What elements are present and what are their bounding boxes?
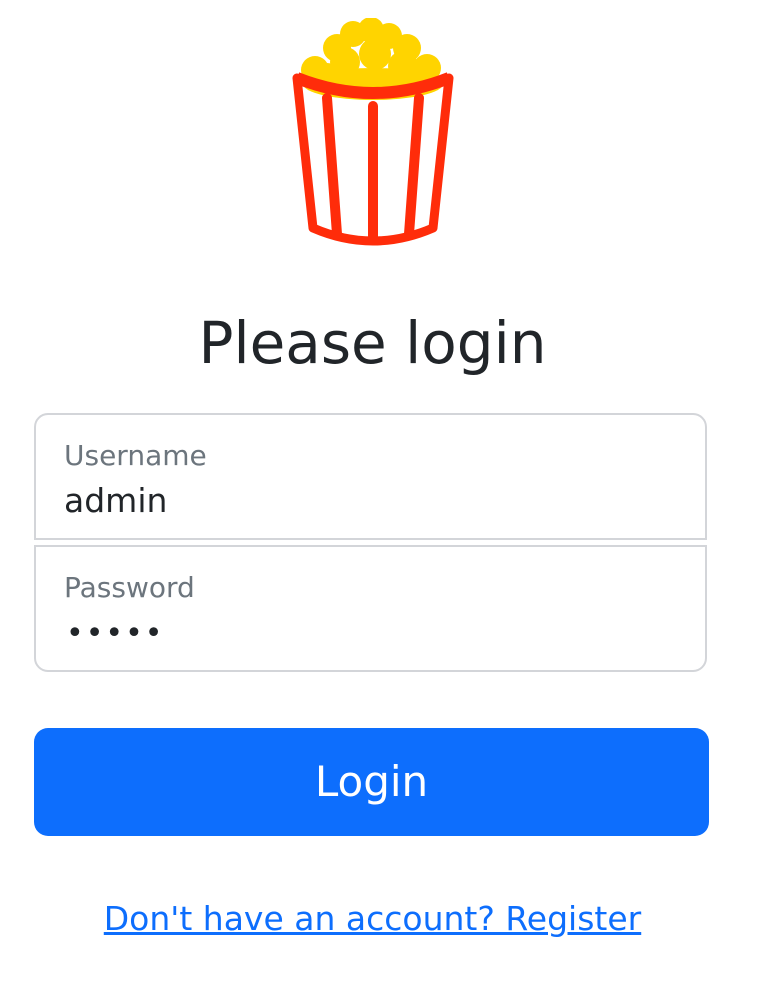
username-field[interactable]: Username admin <box>34 413 707 540</box>
register-link[interactable]: Don't have an account? Register <box>0 896 745 942</box>
login-button[interactable]: Login <box>34 728 709 836</box>
password-input-value[interactable]: ••••• <box>66 619 164 649</box>
username-label: Username <box>64 439 207 472</box>
login-page: Please login Username admin Password •••… <box>0 0 767 995</box>
password-label: Password <box>64 571 195 604</box>
page-title: Please login <box>198 309 547 377</box>
username-input-value[interactable]: admin <box>64 479 167 523</box>
popcorn-bucket-icon <box>292 18 454 246</box>
password-field[interactable]: Password ••••• <box>34 545 707 672</box>
